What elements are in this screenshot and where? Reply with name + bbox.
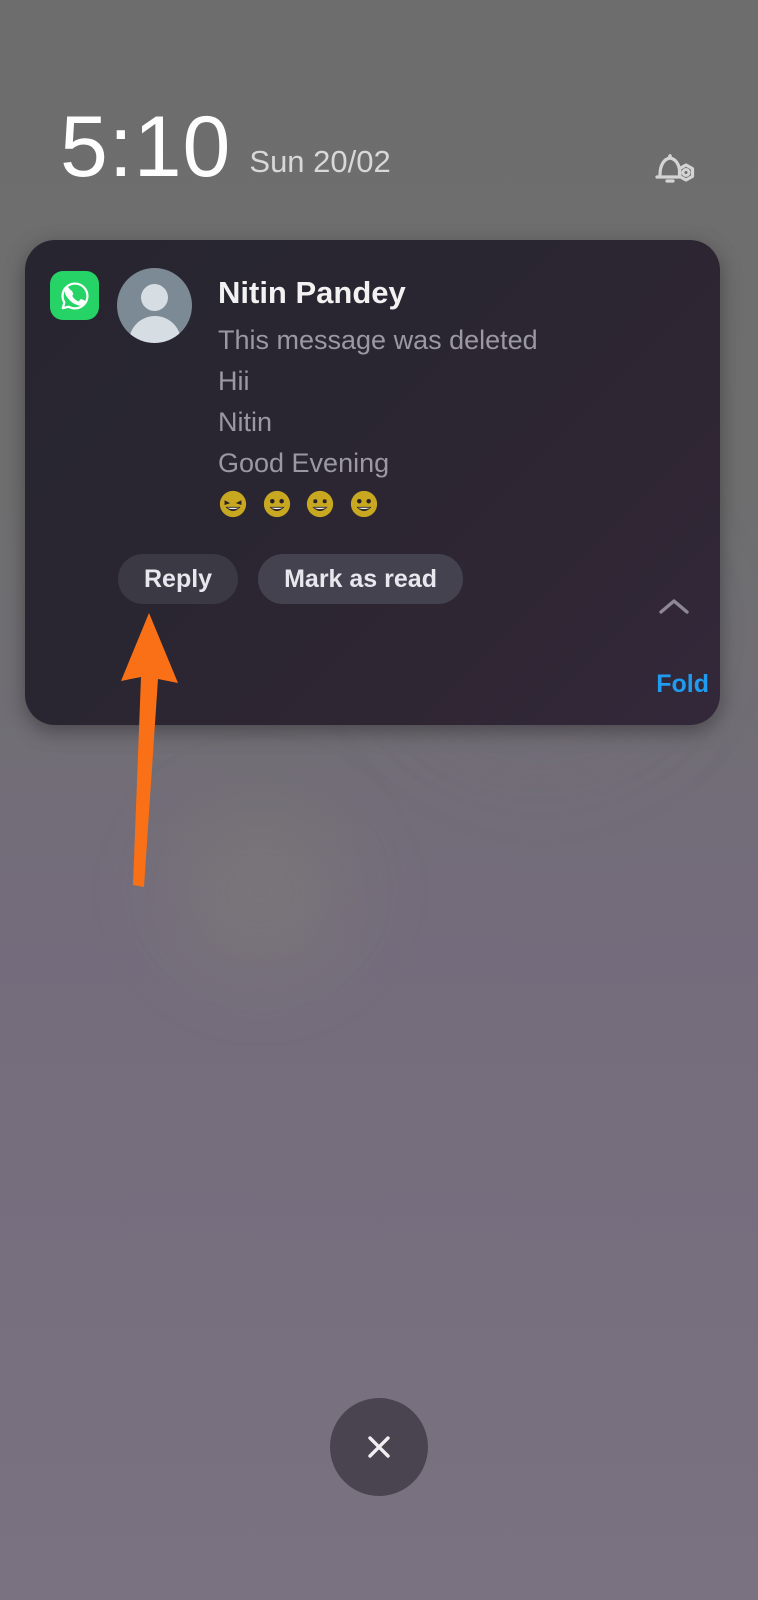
notification-title: Nitin Pandey <box>218 275 406 310</box>
whatsapp-notification-card[interactable]: Nitin Pandey This message was deleted Hi… <box>25 240 720 725</box>
grinning-squinting-face-icon <box>218 489 248 519</box>
grinning-squinting-face-icon <box>305 489 335 519</box>
notification-actions: Reply Mark as read <box>118 554 463 604</box>
fold-link[interactable]: Fold <box>656 670 709 699</box>
grinning-squinting-face-icon <box>262 489 292 519</box>
clock-date: Sun 20/02 <box>249 144 391 179</box>
message-emoji-row <box>218 484 538 525</box>
avatar-body-shape <box>128 316 181 343</box>
grinning-squinting-face-icon <box>349 489 379 519</box>
avatar-head-shape <box>141 284 168 311</box>
clock-time: 5:10 <box>60 99 232 195</box>
lockscreen-clock: 5:10 Sun 20/02 <box>60 104 391 190</box>
mark-as-read-button[interactable]: Mark as read <box>258 554 463 604</box>
close-x-icon <box>368 1436 390 1458</box>
message-line: Good Evening <box>218 448 390 478</box>
reply-button[interactable]: Reply <box>118 554 239 604</box>
contact-avatar-placeholder <box>117 268 192 343</box>
bell-gear-icon[interactable] <box>646 145 700 199</box>
message-line: This message was deleted <box>218 325 538 355</box>
close-notifications-button[interactable] <box>330 1398 428 1496</box>
chevron-up-icon[interactable] <box>657 595 691 617</box>
notification-header <box>50 268 192 343</box>
whatsapp-icon <box>50 271 99 320</box>
notification-shade-screen: 5:10 Sun 20/02 Nitin Pandey This message… <box>0 0 758 1600</box>
message-line: Nitin <box>218 407 273 437</box>
message-line: Hii <box>218 366 250 396</box>
notification-message-list: This message was deleted Hii Nitin Good … <box>218 320 538 525</box>
